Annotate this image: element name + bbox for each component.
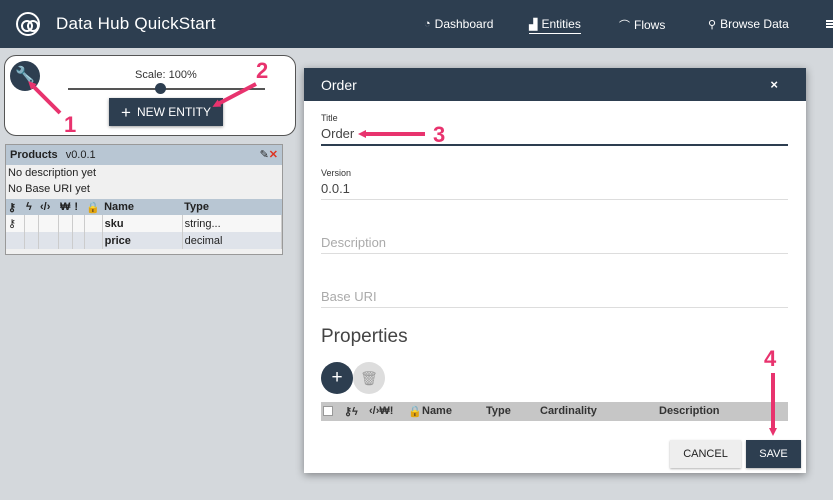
app-title[interactable]: Data Hub QuickStart [56, 14, 216, 34]
scale-slider[interactable] [68, 88, 265, 90]
annotation-1: 1 [64, 112, 77, 137]
row-type: decimal [182, 232, 283, 249]
base-uri-underline [321, 307, 788, 308]
table-row[interactable]: ⚷ sku string... [6, 215, 283, 232]
delete-property-button[interactable]: 🗑 [353, 362, 385, 394]
lightning-icon: ϟ [24, 199, 38, 215]
row-name: price [102, 232, 183, 249]
flows-icon: ⌒ [619, 20, 630, 32]
top-navbar: Data Hub QuickStart ◔ Dashboard ▟ Entiti… [0, 0, 833, 48]
title-underline [321, 144, 788, 146]
title-label: Title [321, 113, 338, 123]
code-icon: ‹/› [38, 199, 58, 215]
lock-icon: 🔒 [84, 199, 103, 215]
nav-entities[interactable]: ▟ Entities [529, 17, 581, 34]
scale-label: Scale: 100% [135, 69, 197, 81]
required-icon: ! [72, 199, 85, 215]
edit-icon[interactable]: ✎ [260, 149, 269, 161]
entity-description: No description yet [8, 167, 97, 179]
entity-card-header[interactable]: Products v0.0.1 ✎✕ [6, 145, 282, 165]
entity-actions: ✎✕ [260, 148, 278, 161]
close-icon[interactable]: × [770, 77, 778, 92]
entity-name: Products [10, 149, 58, 161]
select-all-checkbox[interactable] [323, 406, 333, 416]
code-icon: ‹/›₩! [369, 405, 394, 417]
col-description: Description [659, 405, 720, 417]
description-underline [321, 253, 788, 254]
key-icon: ⚷ [6, 199, 24, 215]
entity-base-uri: No Base URI yet [8, 183, 90, 195]
menu-icon[interactable] [826, 20, 833, 28]
nav-dashboard[interactable]: ◔ Dashboard [424, 17, 493, 31]
modal-header: Order × [304, 68, 806, 101]
logo-icon[interactable] [16, 12, 40, 36]
new-entity-label: NEW ENTITY [136, 105, 211, 119]
nav-entities-label: Entities [541, 17, 581, 31]
entity-toolbar: 🔧 Scale: 100% + NEW ENTITY [4, 55, 296, 136]
annotation-3: 3 [433, 122, 446, 147]
col-type: Type [486, 405, 511, 417]
properties-title: Properties [321, 326, 408, 347]
search-icon: ⚲ [708, 18, 717, 31]
base-uri-input[interactable]: Base URI [321, 289, 377, 304]
trash-icon: 🗑 [360, 370, 378, 386]
nav-browse-data[interactable]: ⚲ Browse Data [708, 17, 789, 31]
entity-properties-table: ⚷ ϟ ‹/› ₩ ! 🔒 Name Type ⚷ sku string... … [6, 199, 283, 249]
dashboard-icon: ◔ [424, 18, 431, 30]
version-label: Version [321, 168, 352, 178]
cancel-button[interactable]: CANCEL [670, 440, 741, 468]
version-input[interactable]: 0.0.1 [321, 181, 350, 196]
col-cardinality: Cardinality [540, 405, 597, 417]
save-button[interactable]: SAVE [746, 440, 801, 468]
key-icon: ⚷ [6, 215, 25, 232]
new-entity-button[interactable]: + NEW ENTITY [109, 98, 223, 126]
modal-title: Order [321, 77, 357, 93]
nav-dashboard-label: Dashboard [434, 17, 494, 31]
annotation-4: 4 [764, 346, 777, 371]
annotation-2: 2 [256, 58, 269, 83]
description-input[interactable]: Description [321, 235, 386, 250]
table-row[interactable]: price decimal [6, 232, 283, 249]
delete-icon[interactable]: ✕ [269, 149, 278, 161]
entity-version: v0.0.1 [65, 149, 96, 161]
key-icon: ⚷ϟ [344, 406, 358, 418]
plus-icon: + [121, 102, 131, 122]
chart-icon: ▟ [529, 18, 538, 31]
version-underline [321, 199, 788, 200]
nav-browse-data-label: Browse Data [720, 17, 789, 31]
w-icon: ₩ [58, 199, 73, 215]
col-name: Name [422, 405, 452, 417]
nav-flows[interactable]: ⌒ Flows [619, 17, 665, 33]
entity-card-products[interactable]: Products v0.0.1 ✎✕ No description yet No… [5, 144, 283, 255]
row-name: sku [102, 215, 183, 232]
col-type: Type [182, 199, 282, 215]
nav-flows-label: Flows [634, 18, 666, 32]
row-type: string... [182, 215, 283, 232]
entity-modal: Order × Title Order Version 0.0.1 Descri… [304, 68, 806, 473]
lock-icon: 🔒 [408, 406, 422, 418]
title-input[interactable]: Order [321, 126, 354, 141]
properties-table-header: ⚷ϟ ‹/›₩! 🔒 Name Type Cardinality Descrip… [321, 402, 788, 421]
col-name: Name [102, 199, 183, 215]
wrench-icon[interactable]: 🔧 [10, 61, 40, 91]
scale-slider-thumb[interactable] [155, 83, 166, 94]
add-property-button[interactable]: + [321, 362, 353, 394]
